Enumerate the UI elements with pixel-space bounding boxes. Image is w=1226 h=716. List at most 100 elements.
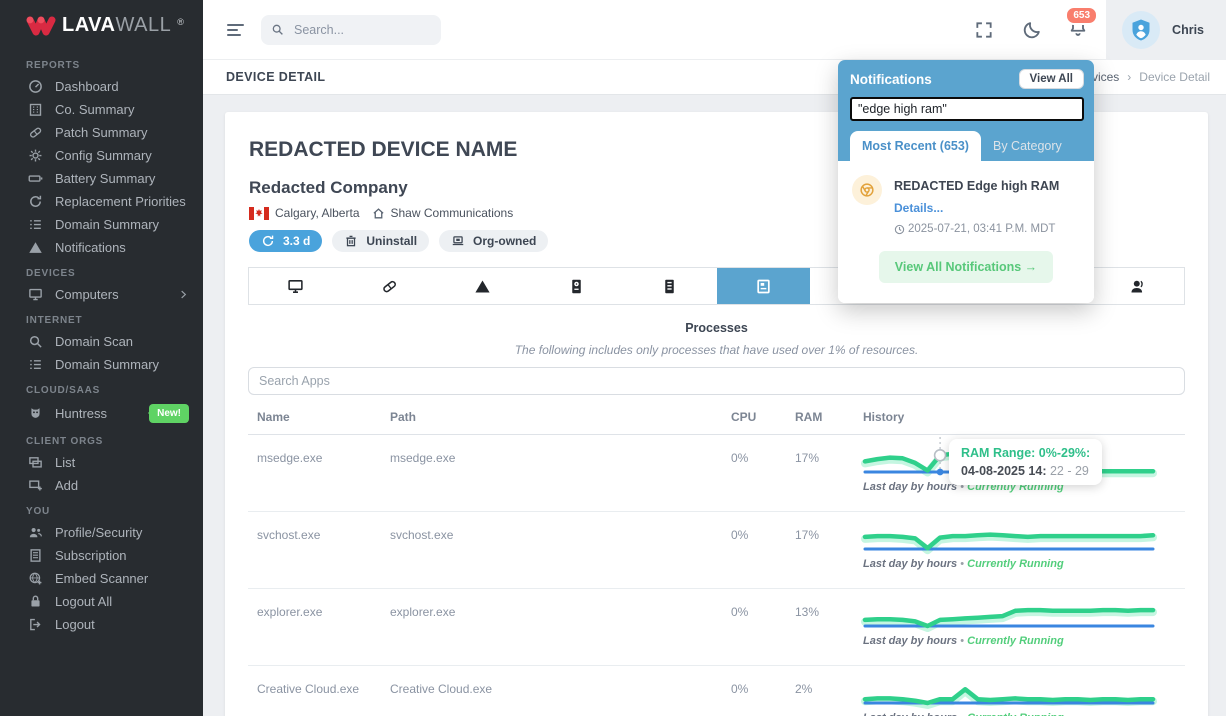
sidebar-item-embed-scanner[interactable]: Embed Scanner: [0, 567, 203, 590]
sidebar-item-co-summary[interactable]: Co. Summary: [0, 98, 203, 121]
sidebar-item-label: Replacement Priorities: [55, 194, 186, 209]
column-history: History: [863, 410, 1185, 424]
breadcrumb: Devices › Device Detail: [1077, 70, 1210, 84]
sidebar-item-config-summary[interactable]: Config Summary: [0, 144, 203, 167]
sidebar-item-logout-all[interactable]: Logout All: [0, 590, 203, 613]
chart-caption: Last day by hours • Currently Running: [863, 558, 1185, 570]
device-tab-window[interactable]: [717, 268, 811, 304]
sidebar-item-list[interactable]: List: [0, 451, 203, 474]
monitor-icon: [28, 287, 43, 302]
sidebar-item-logout[interactable]: Logout: [0, 613, 203, 636]
list-icon: [28, 357, 43, 372]
notification-details-link[interactable]: Details...: [894, 201, 1059, 215]
ownership-badge: Org-owned: [439, 230, 548, 252]
process-history-cell[interactable]: Last day by hours • Currently Running: [863, 589, 1185, 665]
brand-logo[interactable]: LAVAWALL ®: [0, 0, 203, 47]
notifications-search-input[interactable]: [850, 97, 1084, 121]
notifications-bell[interactable]: 653: [1068, 17, 1088, 42]
device-tab-pill[interactable]: [343, 268, 437, 304]
sidebar-item-label: Config Summary: [55, 148, 152, 163]
chart-caption-range: Last day by hours: [863, 712, 957, 716]
warning-icon: [28, 240, 43, 255]
canada-flag-icon: [249, 207, 269, 220]
process-table-body: msedge.exemsedge.exe0%17% Last day by ho…: [248, 435, 1185, 716]
sidebar-item-dashboard[interactable]: Dashboard: [0, 75, 203, 98]
user-menu[interactable]: Chris: [1106, 0, 1226, 60]
process-history-cell[interactable]: Last day by hours • Currently Running: [863, 512, 1185, 588]
process-cpu: 0%: [731, 435, 795, 511]
sidebar-item-label: Notifications: [55, 240, 126, 255]
harddrive-icon: [568, 278, 585, 295]
device-tab-harddrive[interactable]: [530, 268, 624, 304]
new-badge: New!: [149, 404, 189, 423]
document-icon: [28, 548, 43, 563]
sidebar-item-label: Domain Summary: [55, 357, 159, 372]
sidebar-item-huntress[interactable]: Huntress New!: [0, 400, 203, 427]
sidebar-item-subscription[interactable]: Subscription: [0, 544, 203, 567]
processes-title: Processes: [248, 321, 1185, 335]
search-input[interactable]: [292, 22, 422, 38]
sidebar-item-computers[interactable]: Computers: [0, 283, 203, 306]
device-tab-warning[interactable]: [436, 268, 530, 304]
nav-section-label: CLIENT ORGS: [0, 427, 203, 451]
sidebar-item-domain-summary[interactable]: Domain Summary: [0, 353, 203, 376]
device-tab-server[interactable]: [623, 268, 717, 304]
chart-tooltip: RAM Range: 0%-29%: 04-08-2025 14: 22 - 2…: [949, 439, 1102, 485]
table-row[interactable]: msedge.exemsedge.exe0%17% Last day by ho…: [248, 435, 1185, 512]
uninstall-button[interactable]: Uninstall: [332, 230, 429, 252]
process-history-cell[interactable]: Last day by hours • Currently RunningRAM…: [863, 435, 1185, 511]
breadcrumb-separator: ›: [1127, 70, 1131, 84]
chevron-right-icon: [178, 289, 189, 300]
process-history-chart[interactable]: [863, 599, 1155, 633]
refresh-icon: [261, 234, 275, 248]
dark-mode-icon[interactable]: [1022, 20, 1042, 40]
table-row[interactable]: explorer.exeexplorer.exe0%13% Last day b…: [248, 589, 1185, 666]
nav-section-label: INTERNET: [0, 306, 203, 330]
notifications-title: Notifications: [850, 72, 932, 87]
view-all-notifications-button[interactable]: View All Notifications →: [879, 251, 1053, 283]
sidebar-item-domain-summary[interactable]: Domain Summary: [0, 213, 203, 236]
process-table-header: Name Path CPU RAM History: [248, 399, 1185, 435]
registered-mark: ®: [177, 17, 184, 27]
user-name: Chris: [1172, 23, 1204, 37]
fullscreen-icon[interactable]: [974, 20, 994, 40]
table-row[interactable]: Creative Cloud.exeCreative Cloud.exe0%2%…: [248, 666, 1185, 716]
sidebar-item-add[interactable]: Add: [0, 474, 203, 497]
avatar: [1122, 11, 1160, 49]
table-row[interactable]: svchost.exesvchost.exe0%17% Last day by …: [248, 512, 1185, 589]
device-tab-person-headset[interactable]: [1091, 268, 1185, 304]
sidebar-item-label: Battery Summary: [55, 171, 155, 186]
menu-toggle-icon[interactable]: [227, 21, 245, 39]
sidebar-item-battery-summary[interactable]: Battery Summary: [0, 167, 203, 190]
sidebar-item-label: Logout: [55, 617, 95, 632]
search-apps-input[interactable]: [248, 367, 1185, 395]
notification-item[interactable]: REDACTED Edge high RAM Details... 2025-0…: [852, 175, 1080, 235]
global-search[interactable]: [261, 15, 441, 45]
process-history-chart[interactable]: [863, 522, 1155, 556]
chart-caption-status: Currently Running: [967, 712, 1064, 716]
building-icon: [28, 102, 43, 117]
sidebar-item-replacement-priorities[interactable]: Replacement Priorities: [0, 190, 203, 213]
tab-by-category[interactable]: By Category: [981, 131, 1074, 161]
sidebar-item-domain-scan[interactable]: Domain Scan: [0, 330, 203, 353]
sidebar-item-label: Huntress: [55, 406, 107, 421]
logout-icon: [28, 617, 43, 632]
tab-most-recent[interactable]: Most Recent (653): [850, 131, 981, 161]
device-tab-monitor[interactable]: [249, 268, 343, 304]
sidebar-item-patch-summary[interactable]: Patch Summary: [0, 121, 203, 144]
sidebar-item-notifications[interactable]: Notifications: [0, 236, 203, 259]
process-cpu: 0%: [731, 666, 795, 716]
browser-alert-icon: [852, 175, 882, 205]
search-icon: [28, 334, 43, 349]
process-name: Creative Cloud.exe: [257, 666, 390, 716]
sidebar-item-profile-security[interactable]: Profile/Security: [0, 521, 203, 544]
gauge-icon: [28, 79, 43, 94]
process-history-chart[interactable]: [863, 676, 1155, 710]
clock-icon: [894, 224, 905, 235]
process-ram: 13%: [795, 589, 863, 665]
search-icon: [271, 23, 284, 36]
process-history-cell[interactable]: Last day by hours • Currently Running: [863, 666, 1185, 716]
view-all-button[interactable]: View All: [1019, 69, 1084, 89]
chart-caption-range: Last day by hours: [863, 558, 957, 570]
column-path: Path: [390, 410, 731, 424]
